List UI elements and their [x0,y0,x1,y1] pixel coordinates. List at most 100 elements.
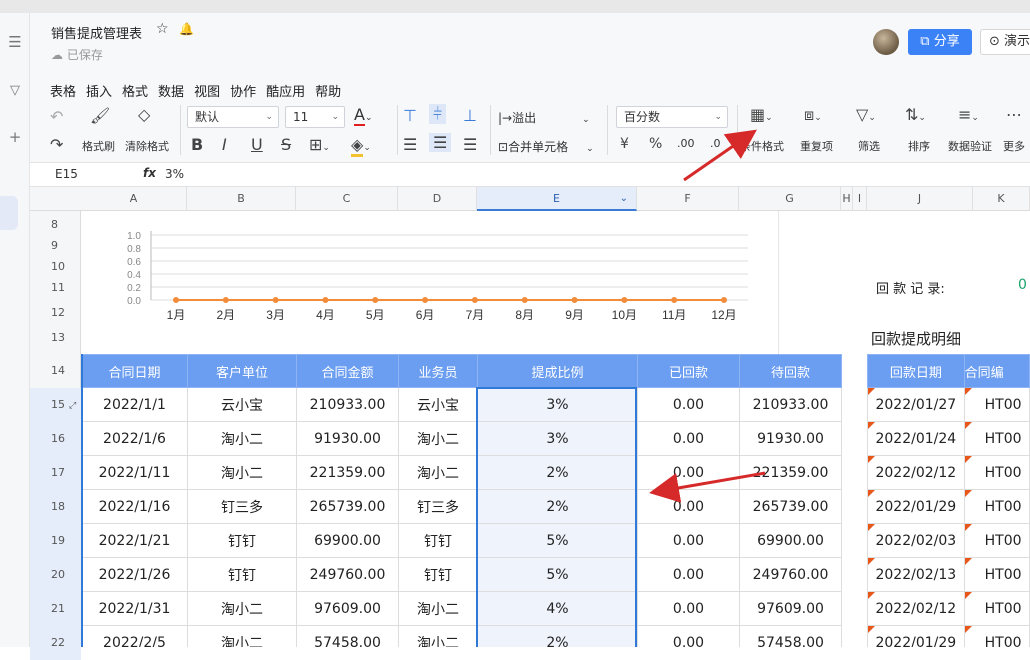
sort-label[interactable]: 排序 [908,138,930,154]
strikethrough-icon[interactable]: S [281,135,291,154]
commission-rate-cell[interactable]: 4% [477,591,638,626]
share-button[interactable]: ⧉ 分享 [908,29,972,55]
table-row[interactable]: 2022/1/1 云小宝 210933.00 云小宝 3% 0.00 210933.00 [81,387,842,422]
column-header-cell[interactable]: 客户单位 [187,354,297,388]
align-bottom-icon[interactable]: ⊥ [463,106,477,125]
column-header-cell[interactable]: 业务员 [398,354,478,388]
align-left-icon[interactable]: ☰ [403,135,417,154]
table-row[interactable]: 2022/1/11 淘小二 221359.00 淘小二 2% 0.00 221359.00 [81,455,842,490]
table-row[interactable]: 2022/02/03 HT00 [867,523,1030,558]
star-icon[interactable]: ☆ [156,21,169,37]
comment-flag-icon[interactable] [964,524,972,531]
table-cell[interactable]: 210933.00 [739,387,842,422]
currency-icon[interactable]: ¥ [620,136,629,152]
comment-flag-icon[interactable] [964,388,972,395]
column-header-j[interactable]: J [867,187,973,211]
column-header-e[interactable]: E ⌄ [477,187,637,211]
commission-rate-cell[interactable]: 3% [477,387,638,422]
line-chart[interactable]: 1.0 0.8 0.6 0.4 0.2 0.0 1月 2月 3月 4月 5月 6月 7月 8月 9月 10月 1… [81,211,779,354]
comment-flag-icon[interactable] [868,592,875,599]
menu-item-collab[interactable]: 协作 [230,85,256,100]
comment-flag-icon[interactable] [964,626,972,633]
table-row[interactable]: 2022/1/16 钉三多 265739.00 钉三多 2% 0.00 265739.00 [81,489,842,524]
align-right-icon[interactable]: ☰ [463,135,477,154]
column-header-i[interactable]: I [853,187,867,211]
table-cell[interactable]: 2022/1/31 [81,591,188,626]
filter-icon[interactable]: ▽ [0,83,30,98]
column-header-cell[interactable]: 待回款 [739,354,842,388]
sheet-grid[interactable]: 1.0 0.8 0.6 0.4 0.2 0.0 1月 2月 3月 4月 5月 6月 7月 8月 9月 10月 1… [81,211,1030,647]
expand-icon[interactable]: ⤢ [69,401,76,411]
table-row[interactable]: 2022/01/29 HT00 [867,489,1030,524]
row-number[interactable]: 8 [30,218,81,231]
table-cell[interactable]: 0.00 [637,387,740,422]
chevron-down-icon[interactable]: ⌄ [620,187,628,211]
comment-flag-icon[interactable] [964,490,972,497]
format-painter-icon[interactable]: 🖌 [90,106,110,125]
table-cell[interactable]: 淘小二 [398,455,478,490]
row-number[interactable]: 20 [30,558,81,592]
more-icon[interactable]: ⋯ [1006,105,1022,124]
table-row[interactable]: 2022/02/12 HT00 [867,591,1030,626]
column-header-cell[interactable]: 已回款 [637,354,740,388]
table-cell[interactable]: 0.00 [637,421,740,456]
bell-icon[interactable]: 🔔 [179,22,194,36]
table-cell[interactable]: 2022/1/21 [81,523,188,558]
menu-item-table[interactable]: 表格 [50,85,76,100]
align-center-icon[interactable]: ☰ [429,133,452,152]
table-cell[interactable]: 淘小二 [398,421,478,456]
menu-item-format[interactable]: 格式 [122,85,148,100]
commission-rate-cell[interactable]: 5% [477,557,638,592]
comment-flag-icon[interactable] [964,558,972,565]
table-cell[interactable]: 97609.00 [739,591,842,626]
clear-format-label[interactable]: 清除格式 [125,138,169,154]
chart-container[interactable]: 1.0 0.8 0.6 0.4 0.2 0.0 1月 2月 3月 4月 5月 6月 7月 8月 9月 10月 1… [81,211,779,354]
table-cell[interactable]: 265739.00 [296,489,399,524]
decrease-decimal-icon[interactable]: .00 [677,137,695,150]
data-validation-label[interactable]: 数据验证 [948,138,992,154]
filter-icon[interactable]: ▽⌄ [856,105,876,124]
row-number[interactable]: 11 [30,281,81,294]
row-number[interactable]: 17 [30,456,81,490]
table-cell[interactable]: HT00 [963,591,1030,626]
column-header-cell[interactable]: 回款日期 [867,354,965,388]
table-cell[interactable]: HT00 [963,387,1030,422]
table-cell[interactable]: 淘小二 [187,455,297,490]
border-icon[interactable]: ⊞⌄ [309,135,330,154]
table-cell[interactable]: 淘小二 [187,591,297,626]
table-cell[interactable]: HT00 [963,455,1030,490]
table-cell[interactable]: 云小宝 [187,387,297,422]
comment-flag-icon[interactable] [868,524,875,531]
column-header-cell[interactable]: 合同金额 [296,354,399,388]
comment-flag-icon[interactable] [868,558,875,565]
row-number[interactable]: 15 ⤢ [30,388,81,422]
table-cell[interactable]: 2022/1/16 [81,489,188,524]
table-cell[interactable]: 0.00 [637,557,740,592]
table-cell[interactable]: 0.00 [637,489,740,524]
table-cell[interactable]: 2022/2/5 [81,625,188,647]
column-header-g[interactable]: G [739,187,841,211]
table-cell[interactable]: 2022/1/26 [81,557,188,592]
commission-rate-cell[interactable]: 5% [477,523,638,558]
conditional-format-label[interactable]: 条件格式 [740,138,784,154]
table-cell[interactable]: 钉钉 [187,557,297,592]
table-cell[interactable]: 钉三多 [187,489,297,524]
table-cell[interactable]: 57458.00 [296,625,399,647]
table-cell[interactable]: 云小宝 [398,387,478,422]
row-number[interactable]: 18 [30,490,81,524]
table-cell[interactable]: 0.00 [637,455,740,490]
table-cell[interactable]: 钉钉 [187,523,297,558]
comment-flag-icon[interactable] [868,490,875,497]
table-cell[interactable]: 钉钉 [398,557,478,592]
comment-flag-icon[interactable] [868,456,875,463]
table-row[interactable]: 2022/01/24 HT00 [867,421,1030,456]
row-number[interactable]: 22 [30,626,81,660]
column-header-d[interactable]: D [398,187,477,211]
commission-rate-cell[interactable]: 2% [477,489,638,524]
row-number[interactable]: 12 [30,306,81,319]
table-cell[interactable]: 钉钉 [398,523,478,558]
table-row[interactable]: 2022/01/27 HT00 [867,387,1030,422]
table-cell[interactable]: 2022/01/27 [867,387,965,422]
fill-color-icon[interactable]: ◈⌄ [351,135,371,157]
table-cell[interactable]: 69900.00 [739,523,842,558]
